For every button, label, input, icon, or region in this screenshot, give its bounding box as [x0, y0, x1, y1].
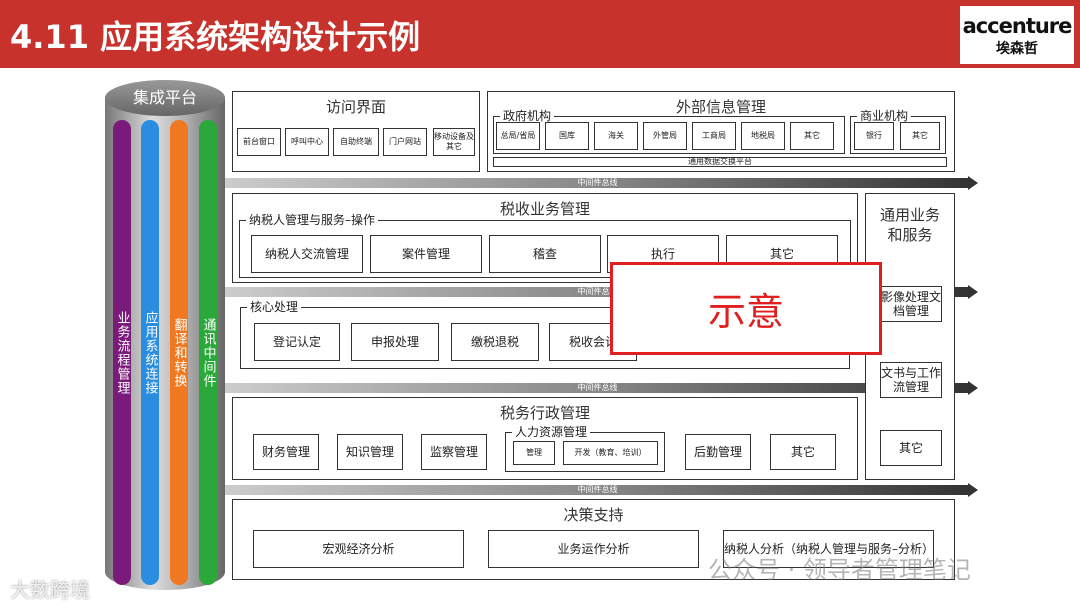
- core-item: 登记认定: [254, 323, 340, 361]
- core-label: 核心处理: [247, 298, 301, 315]
- taxpayer-group-label: 纳税人管理与服务–操作: [246, 211, 378, 228]
- biz-item: 其它: [900, 122, 940, 150]
- gov-item: 外管局: [643, 122, 687, 150]
- rod-transform: 翻译和转换: [170, 120, 188, 585]
- common-item: 影像处理文档管理: [880, 286, 942, 322]
- tax-item: 案件管理: [370, 235, 482, 273]
- biz-item: 银行: [854, 122, 894, 150]
- decision-item: 宏观经济分析: [253, 530, 464, 568]
- access-item: 门户网站: [383, 128, 427, 156]
- rod-middleware: 通讯中间件: [199, 120, 217, 585]
- access-item: 移动设备及其它: [433, 128, 475, 156]
- admin-item: 监察管理: [421, 434, 487, 470]
- core-item: 申报处理: [351, 323, 439, 361]
- admin-panel: 税务行政管理 财务管理 知识管理 监察管理 人力资源管理 管理 开发（教育、培训…: [232, 397, 858, 480]
- page-title: 4.11 应用系统架构设计示例: [10, 12, 420, 58]
- decision-item: 业务运作分析: [488, 530, 699, 568]
- hr-label: 人力资源管理: [512, 423, 590, 440]
- gov-item: 国库: [545, 122, 589, 150]
- gov-item: 总局/省局: [496, 122, 540, 150]
- gov-item: 海关: [594, 122, 638, 150]
- common-item: 其它: [880, 430, 942, 466]
- middleware-bus: 中间件总线: [225, 485, 970, 495]
- access-item: 呼叫中心: [285, 128, 329, 156]
- middleware-bus: 中间件总线: [225, 178, 970, 188]
- rod-process: 业务流程管理: [113, 120, 131, 585]
- hr-item: 开发（教育、培训）: [563, 441, 658, 465]
- exchange-platform: 通用数据交换平台: [493, 157, 947, 167]
- middleware-bus: 中间件总线: [225, 383, 970, 393]
- access-item: 前台窗口: [237, 128, 281, 156]
- rod-connect: 应用系统连接: [141, 120, 159, 585]
- gov-item: 地税局: [741, 122, 785, 150]
- tax-item: 纳税人交流管理: [251, 235, 363, 273]
- admin-item: 后勤管理: [685, 434, 751, 470]
- watermark-brand: 大数跨境: [10, 574, 90, 603]
- common-item: 文书与工作流管理: [880, 362, 942, 398]
- illustrative-overlay: 示意: [610, 262, 882, 355]
- accenture-logo: accenture埃森哲: [960, 6, 1074, 64]
- gov-item: 其它: [790, 122, 834, 150]
- external-panel: 外部信息管理 政府机构 总局/省局 国库 海关 外管局 工商局 地税局 其它 商…: [487, 91, 955, 172]
- admin-item: 其它: [770, 434, 836, 470]
- access-panel: 访问界面 前台窗口 呼叫中心 自助终端 门户网站 移动设备及其它: [232, 91, 480, 172]
- integration-title: 集成平台: [105, 80, 225, 116]
- core-item: 缴税退税: [451, 323, 539, 361]
- admin-item: 财务管理: [253, 434, 319, 470]
- tax-item: 稽查: [489, 235, 601, 273]
- admin-item: 知识管理: [337, 434, 403, 470]
- watermark-wechat: 公众号 · 领导者管理笔记: [708, 550, 971, 585]
- access-item: 自助终端: [333, 128, 379, 156]
- gov-item: 工商局: [692, 122, 736, 150]
- hr-item: 管理: [513, 441, 555, 465]
